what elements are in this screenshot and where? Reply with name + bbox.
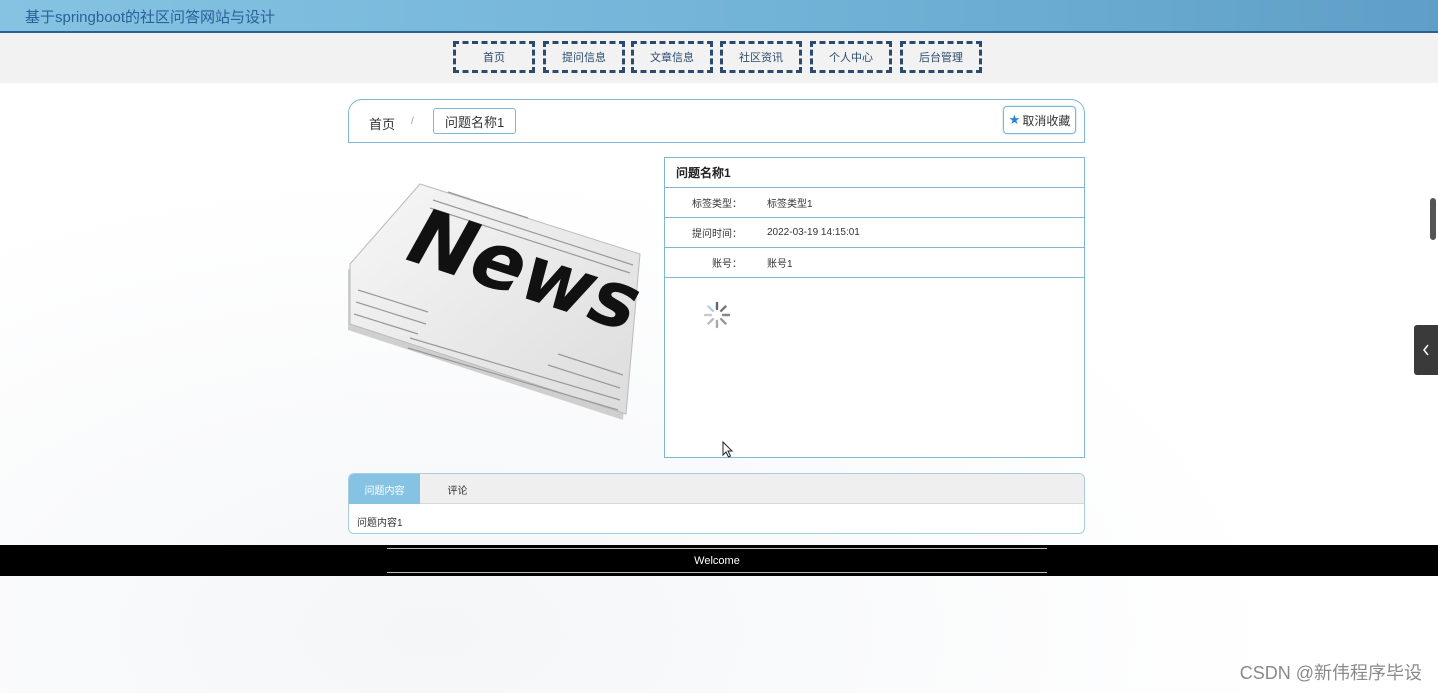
footer: Welcome — [0, 545, 1438, 576]
detail-value: 标签类型1 — [767, 199, 813, 210]
detail-label: 提问时间： — [692, 229, 742, 240]
breadcrumb-separator: / — [411, 116, 414, 127]
top-header-bar: 基于springboot的社区问答网站与设计 — [0, 0, 1438, 33]
breadcrumb: 首页 / 问题名称1 ★ 取消收藏 — [348, 99, 1085, 143]
detail-value: 账号1 — [767, 259, 793, 270]
star-icon: ★ — [1008, 112, 1021, 127]
watermark: CSDN @新伟程序毕设 — [1239, 663, 1422, 683]
question-detail-panel: 问题名称1 标签类型： 标签类型1 提问时间： 2022-03-19 14:15… — [664, 157, 1085, 458]
nav-item-home[interactable]: 首页 — [453, 41, 535, 73]
footer-welcome-text: Welcome — [387, 548, 1047, 573]
question-title: 问题名称1 — [665, 158, 1084, 188]
main-nav: 首页 提问信息 文章信息 社区资讯 个人中心 后台管理 — [0, 33, 1438, 83]
loading-spinner-icon — [703, 301, 731, 329]
site-title: 基于springboot的社区问答网站与设计 — [25, 9, 276, 26]
detail-value: 2022-03-19 14:15:01 — [767, 227, 860, 238]
tab-comments[interactable]: 评论 — [420, 474, 495, 504]
nav-item-questions[interactable]: 提问信息 — [543, 41, 625, 73]
unfavorite-button[interactable]: ★ 取消收藏 — [1003, 106, 1076, 134]
question-content-text: 问题内容1 — [357, 518, 403, 529]
news-image: News — [348, 183, 650, 420]
tabs-header: 问题内容 评论 — [349, 474, 1084, 504]
detail-row-tag-type: 标签类型： 标签类型1 — [665, 188, 1084, 218]
question-tabs: 问题内容 评论 问题内容1 — [348, 473, 1085, 534]
nav-item-profile[interactable]: 个人中心 — [810, 41, 892, 73]
tab-question-content[interactable]: 问题内容 — [349, 474, 420, 504]
chevron-left-icon — [1423, 344, 1429, 356]
unfavorite-button-label: 取消收藏 — [1022, 113, 1071, 128]
detail-row-account: 账号： 账号1 — [665, 248, 1084, 278]
nav-item-admin[interactable]: 后台管理 — [900, 41, 982, 73]
mouse-cursor-icon — [722, 441, 734, 458]
breadcrumb-current: 问题名称1 — [433, 108, 517, 134]
nav-item-articles[interactable]: 文章信息 — [631, 41, 713, 73]
detail-label: 标签类型： — [692, 199, 742, 210]
detail-row-ask-time: 提问时间： 2022-03-19 14:15:01 — [665, 218, 1084, 248]
scrollbar-thumb[interactable] — [1430, 198, 1436, 240]
nav-item-news[interactable]: 社区资讯 — [720, 41, 802, 73]
detail-label: 账号： — [712, 259, 742, 270]
breadcrumb-home-link[interactable]: 首页 — [369, 114, 395, 133]
side-panel-toggle-button[interactable] — [1414, 325, 1438, 375]
